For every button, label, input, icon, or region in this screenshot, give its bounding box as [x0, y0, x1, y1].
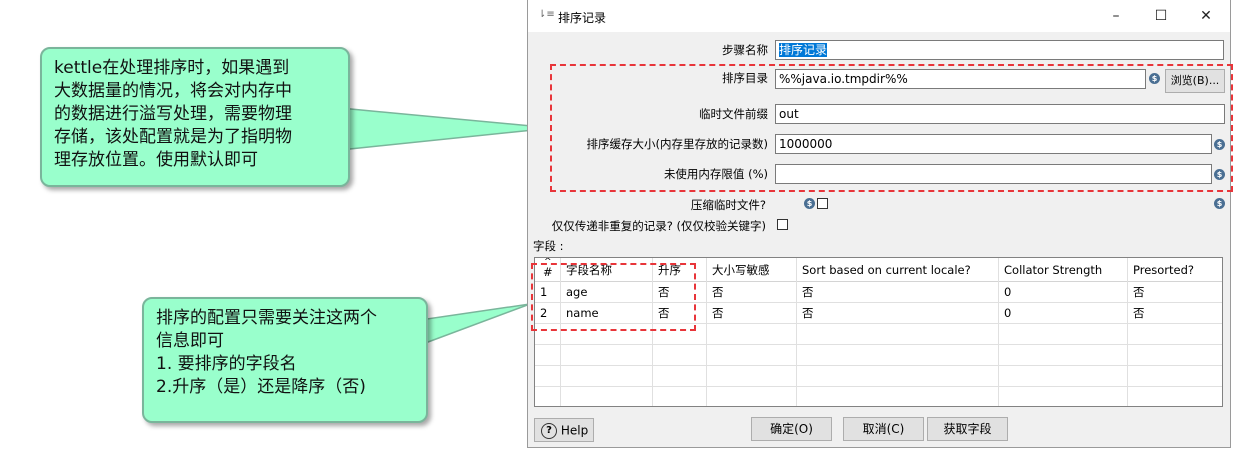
- step-name-input[interactable]: 排序记录: [775, 40, 1224, 60]
- callout-line: 的数据进行溢写处理，需要物理: [54, 104, 292, 124]
- window-title: 排序记录: [558, 11, 607, 25]
- grid-line: [1222, 258, 1223, 407]
- get-fields-button[interactable]: 获取字段: [927, 417, 1008, 441]
- locale-cell[interactable]: 否: [797, 282, 999, 303]
- help-button[interactable]: ? Help: [534, 418, 594, 442]
- collator-strength-cell[interactable]: 0: [999, 282, 1128, 303]
- variable-icon: $: [804, 198, 815, 209]
- ok-button[interactable]: 确定(O): [751, 417, 832, 441]
- free-memory-limit-input[interactable]: [775, 164, 1212, 184]
- sort-step-icon: ⇂≡: [538, 9, 555, 20]
- close-button[interactable]: ✕: [1196, 6, 1216, 26]
- browse-button[interactable]: 浏览(B)...: [1165, 69, 1225, 93]
- grid-line: [998, 258, 999, 406]
- grid-line: [535, 386, 1222, 387]
- grid-line: [535, 365, 1222, 366]
- unique-rows-label: 仅仅传递非重复的记录? (仅仅校验关键字): [551, 219, 766, 233]
- help-label: Help: [560, 423, 589, 438]
- grid-line: [535, 344, 1222, 345]
- case-sensitive-cell[interactable]: 否: [707, 303, 797, 324]
- callout-line: 2.升序（是）还是降序（否): [156, 377, 366, 397]
- sort-rows-dialog: ⇂≡ 排序记录 – ☐ ✕ 步骤名称 排序记录 排序目录 %%java.io.t…: [527, 0, 1233, 448]
- sort-cache-size-label: 排序缓存大小(内存里存放的记录数): [586, 137, 768, 151]
- variable-icon: $: [1214, 198, 1225, 209]
- collator-strength-cell[interactable]: 0: [999, 303, 1128, 324]
- column-header-collator-strength[interactable]: Collator Strength: [999, 258, 1128, 282]
- variable-icon: $: [1149, 73, 1160, 84]
- presorted-cell[interactable]: 否: [1128, 303, 1222, 324]
- sort-directory-label: 排序目录: [722, 71, 768, 85]
- column-header-locale[interactable]: Sort based on current locale?: [797, 258, 999, 282]
- temp-file-prefix-input[interactable]: out: [775, 104, 1225, 124]
- unique-rows-checkbox[interactable]: [777, 219, 788, 230]
- step-name-value: 排序记录: [779, 43, 828, 57]
- compress-temp-files-checkbox[interactable]: [817, 198, 828, 209]
- title-bar: ⇂≡ 排序记录 – ☐ ✕: [528, 0, 1230, 32]
- key-columns-highlight: [531, 263, 696, 331]
- presorted-cell[interactable]: 否: [1128, 282, 1222, 303]
- grid-line: [706, 258, 707, 406]
- callout-line: 信息即可: [156, 331, 224, 351]
- callout-line: 排序的配置只需要关注这两个: [156, 308, 377, 328]
- sort-directory-input[interactable]: %%java.io.tmpdir%%: [775, 69, 1146, 89]
- free-memory-limit-label: 未使用内存限值 (%): [663, 167, 768, 181]
- variable-icon: $: [1214, 139, 1225, 150]
- minimize-button[interactable]: –: [1106, 6, 1126, 26]
- grid-line: [796, 258, 797, 406]
- callout-line: 理存放位置。使用默认即可: [54, 150, 258, 170]
- callout-line: 大数据量的情况，将会对内存中: [54, 81, 292, 101]
- grid-line: [1127, 258, 1128, 406]
- step-name-label: 步骤名称: [722, 43, 768, 57]
- column-header-presorted[interactable]: Presorted?: [1128, 258, 1222, 282]
- callout-fields-note: 排序的配置只需要关注这两个 信息即可 1. 要排序的字段名 2.升序（是）还是降…: [142, 297, 428, 423]
- callout-line: 存储，该处配置就是为了指明物: [54, 127, 292, 147]
- sort-cache-size-input[interactable]: 1000000: [775, 134, 1212, 154]
- compress-temp-files-label: 压缩临时文件?: [690, 198, 766, 212]
- variable-icon: $: [1214, 169, 1225, 180]
- cancel-button[interactable]: 取消(C): [843, 417, 924, 441]
- case-sensitive-cell[interactable]: 否: [707, 282, 797, 303]
- locale-cell[interactable]: 否: [797, 303, 999, 324]
- column-header-case-sensitive[interactable]: 大小写敏感: [707, 258, 797, 282]
- temp-file-prefix-label: 临时文件前缀: [699, 107, 768, 121]
- callout-line: 1. 要排序的字段名: [156, 354, 297, 374]
- help-icon: ?: [541, 422, 557, 439]
- maximize-button[interactable]: ☐: [1151, 6, 1171, 26]
- callout-line: kettle在处理排序时，如果遇到: [54, 58, 290, 78]
- fields-label: 字段 :: [533, 239, 564, 253]
- callout-sort-directory-note: kettle在处理排序时，如果遇到 大数据量的情况，将会对内存中 的数据进行溢写…: [40, 47, 350, 187]
